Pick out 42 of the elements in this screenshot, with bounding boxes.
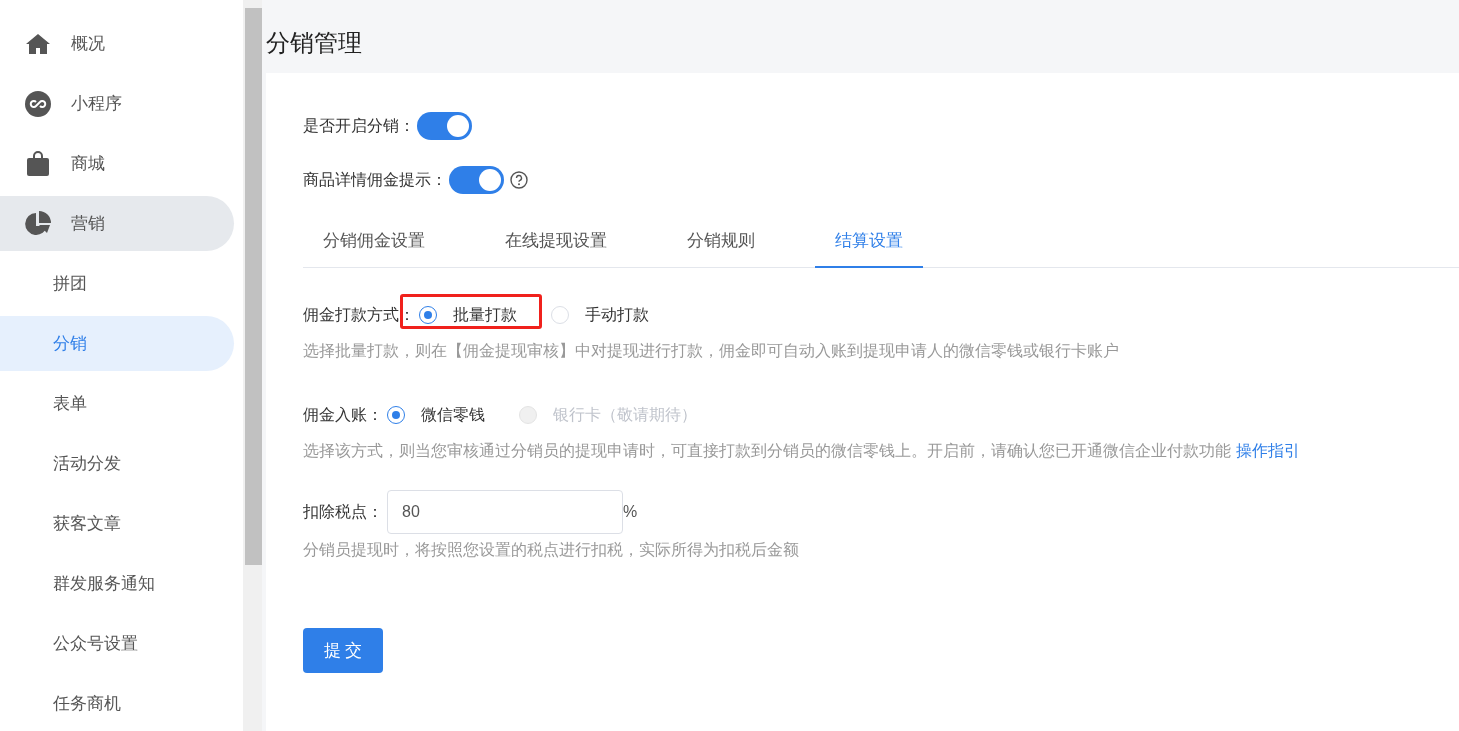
tab[interactable]: 结算设置	[815, 214, 923, 268]
guide-link[interactable]: 操作指引	[1236, 442, 1300, 459]
sidebar-subitem[interactable]: 任务商机	[0, 676, 234, 731]
radio-label[interactable]: 微信零钱	[421, 404, 485, 426]
submit-button[interactable]: 提 交	[303, 628, 383, 673]
field-label: 佣金打款方式：	[303, 304, 415, 325]
field-label: 商品详情佣金提示：	[303, 169, 447, 190]
help-icon[interactable]	[510, 171, 528, 189]
hint-text: 选择该方式，则当您审核通过分销员的提现申请时，可直接打款到分销员的微信零钱上。开启前，请确认您已开通微信企业付款功能 操作指引	[303, 441, 1301, 461]
toggle-switch[interactable]	[417, 112, 472, 140]
sidebar-subitem[interactable]: 获客文章	[0, 496, 234, 551]
sidebar-subitem[interactable]: 活动分发	[0, 436, 234, 491]
hint-text: 选择批量打款，则在【佣金提现审核】中对提现进行打款，佣金即可自动入账到提现申请人的微信零钱或银行卡账户	[303, 341, 1120, 361]
sidebar-subitem[interactable]: 群发服务通知	[0, 556, 234, 611]
radio-button[interactable]	[387, 406, 405, 424]
page-title: 分销管理	[266, 27, 362, 58]
link-circle-icon	[25, 90, 51, 117]
sidebar-subitem[interactable]: 分销	[0, 316, 234, 371]
home-icon	[25, 32, 51, 55]
field-label: 佣金入账：	[303, 404, 383, 425]
sidebar-subitem[interactable]: 拼团	[0, 256, 234, 311]
tab[interactable]: 分销规则	[667, 214, 775, 268]
pie-chart-icon	[25, 210, 51, 237]
field-label: 扣除税点：	[303, 501, 383, 522]
shopping-bag-icon	[27, 151, 49, 176]
sidebar-subitem[interactable]: 表单	[0, 376, 234, 431]
sidebar-item[interactable]: 概况	[0, 16, 234, 71]
tab[interactable]: 在线提现设置	[485, 214, 627, 268]
sidebar-item[interactable]: 商城	[0, 136, 234, 191]
tax-input-field[interactable]: 80	[387, 490, 623, 534]
radio-label[interactable]: 手动打款	[585, 304, 649, 326]
sidebar-item[interactable]: 营销	[0, 196, 234, 251]
hint-text: 分销员提现时，将按照您设置的税点进行扣税，实际所得为扣税后金额	[303, 540, 800, 560]
radio-label[interactable]: 批量打款	[453, 304, 517, 326]
tab[interactable]: 分销佣金设置	[303, 214, 445, 268]
sidebar-subitem[interactable]: 公众号设置	[0, 616, 234, 671]
field-label: 是否开启分销：	[303, 115, 415, 136]
toggle-switch[interactable]	[449, 166, 504, 194]
scrollbar-thumb[interactable]	[245, 8, 262, 565]
sidebar-item[interactable]: 小程序	[0, 76, 234, 131]
radio-button[interactable]	[419, 306, 437, 324]
unit-label: %	[623, 503, 638, 521]
